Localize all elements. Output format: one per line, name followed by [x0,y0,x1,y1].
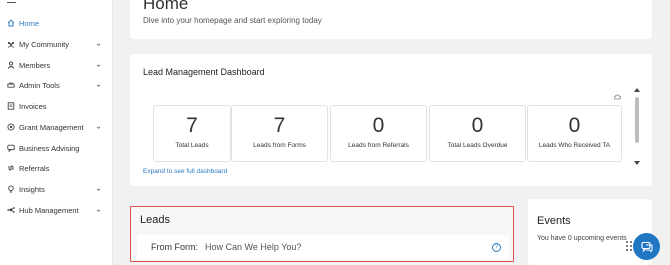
grant-icon [7,123,15,131]
stat-value: 7 [186,114,198,137]
stat-label: Total Leads [175,142,209,149]
sidebar-item-hub-management[interactable]: Hub Management [0,200,112,220]
sidebar-item-label: My Community [19,39,70,49]
advising-icon [7,144,15,152]
scroll-up-arrow-icon[interactable] [634,88,640,92]
lead-form-row[interactable]: From Form: How Can We Help You? ? [137,235,509,260]
chevron-down-icon [96,64,101,67]
events-card: Events You have 0 upcoming events [528,199,652,265]
scroll-down-arrow-icon[interactable] [634,161,640,165]
invoice-icon [7,102,15,110]
events-status-text: You have 0 upcoming events [537,235,627,242]
help-icon[interactable]: ? [492,243,501,252]
stat-value: 0 [372,114,385,137]
stat-label: Leads from Referrals [348,142,409,149]
sidebar-item-admin-tools[interactable]: Admin Tools [0,75,112,95]
referral-icon [7,164,15,172]
stat-tile-leads-received-ta[interactable]: 0 Leads Who Received TA [527,105,622,162]
hub-icon [7,206,15,214]
lead-dashboard-card: Lead Management Dashboard 7 Total Leads … [130,54,652,186]
chevron-down-icon [96,126,101,129]
sidebar-item-label: Admin Tools [19,80,60,90]
cloud-icon[interactable] [613,94,621,100]
sidebar-item-business-advising[interactable]: Business Advising [0,138,112,158]
sidebar-item-label: Home [19,18,40,28]
chevron-down-icon [96,43,101,46]
sidebar-item-label: Insights [19,184,45,194]
sidebar-item-label: Hub Management [19,205,79,215]
chevron-down-icon [96,209,101,212]
chat-button[interactable] [633,233,660,260]
sidebar-item-label: Invoices [19,101,47,111]
sidebar: Home My Community Members Admin Tools In… [0,0,113,265]
dashboard-title: Lead Management Dashboard [143,67,265,77]
stat-value: 7 [273,114,286,137]
stat-tile-total-leads-overdue[interactable]: 0 Total Leads Overdue [429,105,526,162]
stat-label: Total Leads Overdue [447,142,508,149]
stat-value: 0 [568,114,581,137]
page-title: Home [143,0,189,13]
stat-tile-leads-from-forms[interactable]: 7 Leads from Forms [231,105,328,162]
sidebar-item-label: Members [19,60,51,70]
stat-label: Leads from Forms [253,142,306,149]
leads-card: Leads From Form: How Can We Help You? ? [130,206,514,262]
sidebar-item-label: Business Advising [19,143,80,153]
stat-tile-total-leads[interactable]: 7 Total Leads [153,105,231,162]
hamburger-menu-icon[interactable] [7,0,16,5]
events-title: Events [537,215,571,227]
sidebar-item-home[interactable]: Home [0,13,112,33]
sidebar-item-referrals[interactable]: Referrals [0,158,112,178]
stat-tile-leads-from-referrals[interactable]: 0 Leads from Referrals [330,105,427,162]
user-icon [7,61,15,69]
form-name: How Can We Help You? [205,242,302,252]
chevron-down-icon [96,84,101,87]
stat-value: 0 [471,114,484,137]
leads-title: Leads [140,214,170,226]
home-icon [7,19,15,27]
insights-icon [7,185,15,193]
sidebar-item-invoices[interactable]: Invoices [0,96,112,116]
stat-label: Leads Who Received TA [538,142,611,149]
sidebar-item-members[interactable]: Members [0,55,112,75]
chevron-down-icon [96,188,101,191]
dashboard-scrollbar[interactable] [634,88,640,166]
sidebar-item-label: Grant Management [19,122,84,132]
sidebar-item-my-community[interactable]: My Community [0,34,112,54]
page-subtitle: Dive into your homepage and start explor… [143,16,322,25]
chat-icon [640,241,652,253]
form-label: From Form: [151,242,198,252]
tools-icon [7,81,15,89]
sidebar-item-insights[interactable]: Insights [0,179,112,199]
sidebar-item-grant-management[interactable]: Grant Management [0,117,112,137]
scroll-thumb[interactable] [635,97,639,143]
community-icon [7,40,15,48]
sidebar-item-label: Referrals [19,163,50,173]
expand-dashboard-link[interactable]: Expand to see full dashboard [143,168,227,175]
home-header-card: Home Dive into your homepage and start e… [130,0,652,39]
